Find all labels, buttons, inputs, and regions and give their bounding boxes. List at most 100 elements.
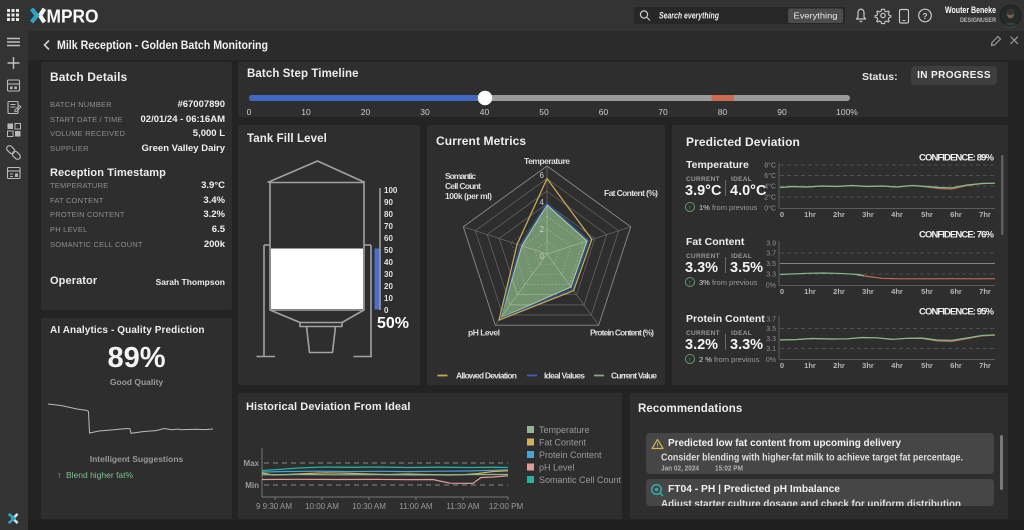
svg-text:20: 20 (384, 282, 393, 291)
svg-text:90: 90 (777, 107, 787, 117)
svg-text:?: ? (922, 11, 927, 21)
svg-text:10:00 AM: 10:00 AM (305, 502, 339, 511)
svg-text:pH Level: pH Level (539, 463, 575, 473)
svg-text:2hr: 2hr (833, 361, 845, 370)
svg-text:Consider blending with higher-: Consider blending with higher-fat milk t… (661, 453, 963, 464)
svg-text:Protein Content (%): Protein Content (%) (590, 328, 654, 338)
svg-text:11:00 AM: 11:00 AM (399, 502, 433, 511)
svg-text:Temperature: Temperature (539, 425, 590, 435)
svg-text:3.5: 3.5 (766, 326, 776, 333)
svg-text:10:30 AM: 10:30 AM (352, 502, 386, 511)
svg-text:Somantic: Somantic (445, 171, 476, 181)
svg-text:Milk Reception - Golden Batch: Milk Reception - Golden Batch Monitoring (57, 40, 268, 52)
svg-text:CONFIDENCE: 89%: CONFIDENCE: 89% (919, 153, 995, 164)
svg-text:1hr: 1hr (804, 287, 816, 296)
svg-text:80: 80 (718, 107, 728, 117)
svg-text:Fat Content: Fat Content (539, 438, 587, 448)
svg-text:MPRO: MPRO (47, 5, 99, 26)
svg-text:4: 4 (540, 198, 545, 207)
svg-text:15:02 PM: 15:02 PM (715, 464, 743, 473)
svg-text:5hr: 5hr (921, 210, 933, 219)
svg-text:4°C: 4°C (764, 183, 776, 191)
svg-text:3.3: 3.3 (766, 336, 776, 343)
svg-text:3hr: 3hr (862, 287, 874, 296)
svg-text:2hr: 2hr (833, 287, 845, 296)
svg-text:3.7: 3.7 (766, 251, 776, 258)
svg-text:2°C: 2°C (764, 194, 776, 202)
svg-text:Temperature: Temperature (524, 156, 570, 166)
svg-text:2hr: 2hr (833, 210, 845, 219)
svg-text:Allowed Deviation: Allowed Deviation (456, 371, 517, 381)
svg-text:3hr: 3hr (862, 361, 874, 370)
svg-text:5hr: 5hr (921, 361, 933, 370)
svg-text:CONFIDENCE: 76%: CONFIDENCE: 76% (919, 230, 995, 241)
svg-text:0%: 0% (766, 283, 776, 290)
svg-text:70: 70 (384, 222, 393, 231)
svg-text:6hr: 6hr (950, 287, 962, 296)
svg-text:20: 20 (361, 107, 371, 117)
svg-text:Search everything: Search everything (659, 11, 719, 21)
svg-text:6hr: 6hr (950, 361, 962, 370)
svg-text:1hr: 1hr (804, 361, 816, 370)
svg-text:Ideal Values: Ideal Values (544, 371, 585, 381)
svg-text:FT04 - PH | Predicted pH Imbal: FT04 - PH | Predicted pH Imbalance (668, 483, 840, 495)
svg-text:70: 70 (658, 107, 668, 117)
svg-text:8°C: 8°C (764, 162, 776, 170)
svg-text:11:30 AM: 11:30 AM (446, 502, 480, 511)
svg-text:3.1: 3.1 (766, 346, 776, 353)
svg-text:CONFIDENCE: 95%: CONFIDENCE: 95% (919, 307, 995, 318)
svg-text:0: 0 (780, 361, 784, 370)
svg-text:80: 80 (384, 210, 393, 219)
svg-text:6°C: 6°C (764, 172, 776, 180)
svg-text:3.3: 3.3 (766, 272, 776, 279)
svg-text:2: 2 (540, 225, 545, 234)
svg-text:0°C: 0°C (764, 205, 776, 213)
svg-text:60: 60 (599, 107, 609, 117)
svg-text:3.7: 3.7 (766, 317, 776, 324)
svg-text:9 9:30 AM: 9 9:30 AM (256, 502, 292, 511)
svg-text:0: 0 (384, 306, 389, 315)
svg-text:Predicted low fat content from: Predicted low fat content from upcoming … (668, 437, 901, 449)
svg-text:50: 50 (539, 107, 549, 117)
svg-text:Min: Min (245, 481, 259, 490)
svg-text:100k (per ml): 100k (per ml) (445, 191, 492, 201)
svg-text:7hr: 7hr (979, 361, 991, 370)
svg-text:50%: 50% (377, 315, 409, 332)
svg-text:0: 0 (540, 252, 545, 261)
svg-text:Max: Max (243, 459, 259, 468)
svg-text:4hr: 4hr (891, 361, 903, 370)
svg-text:Somantic Cell Count: Somantic Cell Count (539, 475, 622, 485)
svg-text:3.5: 3.5 (766, 261, 776, 268)
svg-text:10: 10 (301, 107, 311, 117)
svg-text:7hr: 7hr (979, 210, 991, 219)
svg-text:100: 100 (384, 186, 398, 195)
svg-text:Everything: Everything (794, 11, 838, 21)
svg-text:Current Value: Current Value (611, 371, 657, 381)
svg-text:40: 40 (384, 258, 393, 267)
svg-text:pH Level: pH Level (468, 328, 500, 338)
svg-text:30: 30 (420, 107, 430, 117)
svg-text:5hr: 5hr (921, 287, 933, 296)
svg-text:12:00 PM: 12:00 PM (489, 502, 524, 511)
svg-text:1hr: 1hr (804, 210, 816, 219)
svg-text:40: 40 (480, 107, 490, 117)
svg-text:0: 0 (247, 107, 252, 117)
svg-text:Cell Count: Cell Count (445, 181, 481, 191)
svg-text:3.9: 3.9 (766, 241, 776, 248)
svg-text:Protein Content: Protein Content (539, 450, 602, 460)
svg-text:Adjust starter culture dosage: Adjust starter culture dosage and check … (661, 499, 961, 506)
svg-text:3hr: 3hr (862, 210, 874, 219)
svg-text:Jan 02, 2024: Jan 02, 2024 (661, 464, 700, 473)
svg-text:Wouter Beneke: Wouter Beneke (945, 5, 996, 16)
svg-text:4hr: 4hr (891, 287, 903, 296)
svg-text:Fat Content (%): Fat Content (%) (604, 188, 658, 198)
svg-text:10: 10 (384, 294, 393, 303)
svg-text:6hr: 6hr (950, 210, 962, 219)
svg-text:60: 60 (384, 234, 393, 243)
svg-text:0: 0 (780, 287, 784, 296)
svg-text:90: 90 (384, 198, 393, 207)
svg-text:DESIGNUSER: DESIGNUSER (960, 17, 996, 24)
svg-text:50: 50 (384, 246, 393, 255)
svg-text:7hr: 7hr (979, 287, 991, 296)
svg-text:6: 6 (540, 171, 545, 180)
